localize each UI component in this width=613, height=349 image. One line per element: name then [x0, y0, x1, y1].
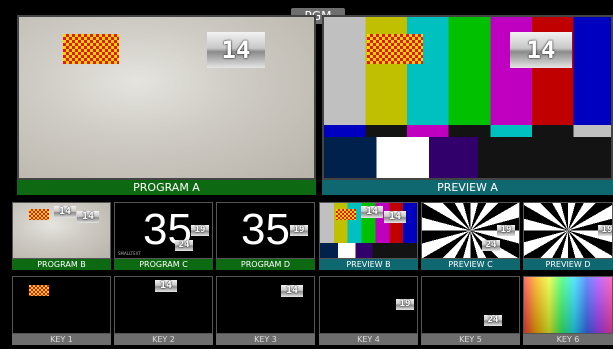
- color-bars-pluge: [324, 137, 611, 178]
- preview-d-label: PREVIEW D: [523, 259, 613, 270]
- preview-b-monitor[interactable]: 14 14: [319, 202, 418, 259]
- preview-b-number-2: 14: [384, 211, 406, 223]
- preview-a-number: 14: [510, 32, 572, 68]
- preview-b-number-1: 14: [361, 206, 383, 218]
- program-c-number-2: 24: [175, 240, 193, 251]
- key-3-monitor[interactable]: 14: [216, 276, 315, 334]
- program-c-label: PROGRAM C: [114, 259, 213, 270]
- preview-a-monitor[interactable]: 14: [322, 15, 613, 180]
- key-6-monitor[interactable]: [523, 276, 613, 334]
- checker-pattern-graphic: [29, 285, 49, 296]
- key-4-label: KEY 4: [319, 334, 418, 345]
- preview-c-number-2: 24: [482, 240, 500, 251]
- key-2-label: KEY 2: [114, 334, 213, 345]
- key-6-label: KEY 6: [523, 334, 613, 345]
- program-d-label: PROGRAM D: [216, 259, 315, 270]
- checker-pattern-graphic: [63, 34, 119, 64]
- program-d-big-number: 35: [241, 205, 290, 254]
- checker-pattern-graphic: [336, 209, 356, 220]
- key-4-number: 19: [396, 299, 414, 310]
- key-5-label: KEY 5: [421, 334, 520, 345]
- key-1-monitor[interactable]: [12, 276, 111, 334]
- program-d-number-1: 19: [290, 225, 308, 236]
- key-5-monitor[interactable]: 24: [421, 276, 520, 334]
- preview-d-number-1: 19: [598, 225, 612, 236]
- preview-d-monitor[interactable]: 19: [523, 202, 613, 259]
- preview-b-pluge: [320, 243, 417, 258]
- preview-c-label: PREVIEW C: [421, 259, 520, 270]
- key-1-label: KEY 1: [12, 334, 111, 345]
- program-b-monitor[interactable]: 14 14: [12, 202, 111, 259]
- key-2-number: 14: [155, 280, 177, 292]
- key-3-label: KEY 3: [216, 334, 315, 345]
- key-2-monitor[interactable]: 14: [114, 276, 213, 334]
- program-a-label: PROGRAM A: [17, 180, 316, 195]
- program-c-tiny-text: SMALLTEXT: [118, 251, 141, 256]
- preview-c-number-1: 19: [497, 225, 515, 236]
- preview-c-monitor[interactable]: 19 24: [421, 202, 520, 259]
- key-3-number: 14: [281, 285, 303, 297]
- key-5-number: 24: [484, 315, 502, 326]
- color-bars-castellation: [324, 125, 611, 137]
- program-a-monitor[interactable]: 14: [17, 15, 316, 180]
- program-b-number-1: 14: [54, 206, 76, 218]
- checker-pattern-graphic: [29, 209, 49, 220]
- key-4-monitor[interactable]: 19: [319, 276, 418, 334]
- program-d-monitor[interactable]: 35 19: [216, 202, 315, 259]
- rainbow-graphic: [524, 277, 612, 333]
- preview-a-label: PREVIEW A: [322, 180, 613, 195]
- checker-pattern-graphic: [367, 34, 423, 64]
- program-b-number-2: 14: [77, 211, 99, 223]
- preview-b-label: PREVIEW B: [319, 259, 418, 270]
- program-c-number-1: 19: [191, 225, 209, 236]
- program-a-number: 14: [207, 32, 265, 68]
- program-b-label: PROGRAM B: [12, 259, 111, 270]
- program-c-monitor[interactable]: 35 19 24 SMALLTEXT: [114, 202, 213, 259]
